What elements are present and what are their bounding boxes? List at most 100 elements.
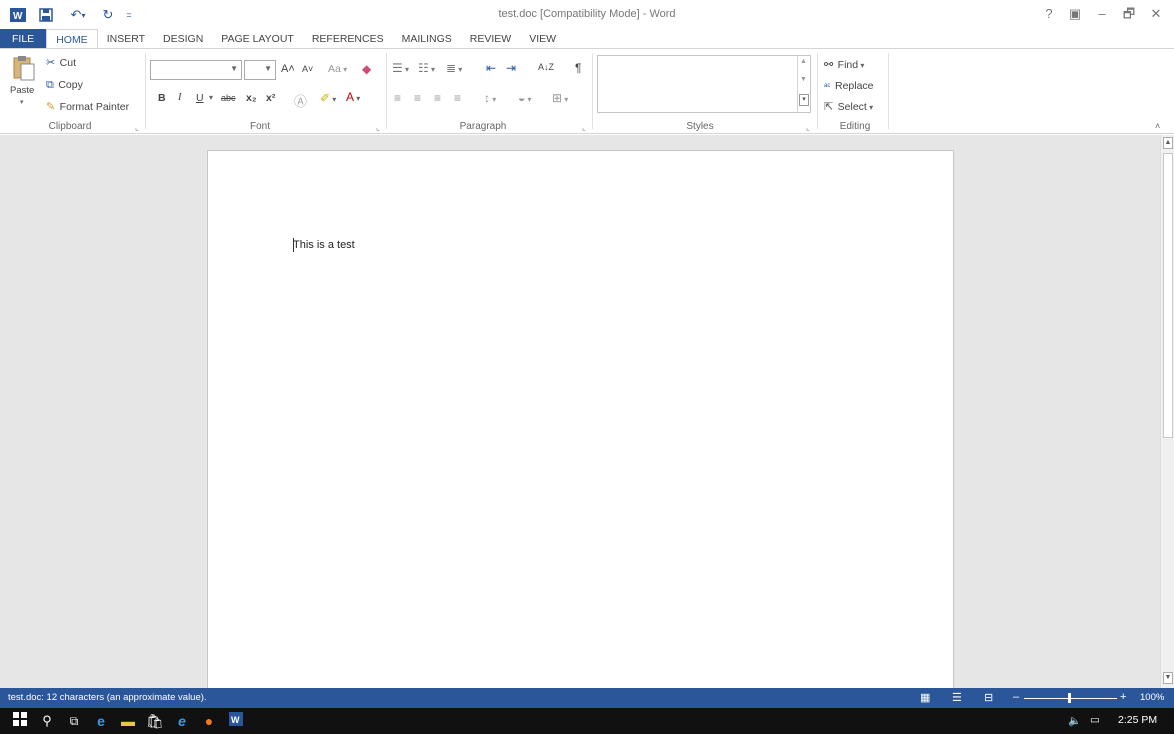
- format-painter-label: Format Painter: [59, 101, 130, 113]
- numbering-icon[interactable]: ☷ ▾: [418, 61, 435, 75]
- web-layout-icon[interactable]: ⊟: [984, 691, 993, 704]
- strikethrough-button[interactable]: abc: [221, 93, 236, 103]
- search-icon[interactable]: ⚲: [37, 712, 57, 730]
- cut-button[interactable]: ✂ Cut: [46, 53, 76, 71]
- volume-icon[interactable]: 🔈: [1068, 714, 1081, 727]
- close-button[interactable]: ✕: [1144, 4, 1168, 24]
- replace-button[interactable]: ᵃᶜ Replace: [824, 76, 874, 94]
- align-left-icon[interactable]: ≡: [394, 91, 401, 105]
- replace-icon: ᵃᶜ: [824, 81, 831, 91]
- tab-mailings[interactable]: MAILINGS: [393, 29, 461, 49]
- ribbon-home: Paste ▾ ✂ Cut ⧉ Copy ✎ Format Painter Cl…: [0, 48, 1174, 134]
- print-layout-icon[interactable]: ☰: [952, 691, 962, 704]
- clipboard-launcher-icon[interactable]: ⌞: [135, 123, 139, 132]
- bullets-icon[interactable]: ☰ ▾: [392, 61, 409, 75]
- word-window: test.doc [Compatibility Mode] - Word W ↶…: [0, 0, 1174, 734]
- internet-explorer-icon[interactable]: e: [172, 712, 192, 730]
- styles-launcher-icon[interactable]: ⌞: [806, 123, 810, 132]
- tab-file[interactable]: FILE: [0, 29, 47, 49]
- zoom-level[interactable]: 100%: [1140, 692, 1164, 703]
- store-icon[interactable]: 🛍: [145, 712, 165, 730]
- scroll-down-icon[interactable]: ▼: [1163, 672, 1173, 684]
- word-icon[interactable]: W: [8, 5, 28, 25]
- file-explorer-icon[interactable]: ▬: [118, 712, 138, 730]
- font-name-combo[interactable]: ▼: [150, 60, 242, 80]
- tab-insert[interactable]: INSERT: [98, 29, 154, 49]
- paragraph-group-label: Paragraph: [459, 121, 507, 132]
- vertical-scrollbar[interactable]: ▲ ▼: [1160, 135, 1174, 688]
- decrease-indent-icon[interactable]: ⇤: [486, 61, 496, 75]
- highlighter-icon[interactable]: ✐ ▾: [320, 91, 336, 105]
- show-formatting-button[interactable]: ¶: [575, 61, 581, 75]
- customize-qat-icon[interactable]: =: [122, 5, 136, 25]
- zoom-in-icon[interactable]: +: [1120, 691, 1126, 703]
- clock[interactable]: 2:25 PM: [1118, 714, 1157, 726]
- document-page[interactable]: This is a test: [207, 150, 954, 690]
- gallery-more-icon[interactable]: ▾: [799, 94, 809, 106]
- svg-text:W: W: [231, 715, 240, 725]
- restore-button[interactable]: 🗗: [1117, 4, 1141, 24]
- zoom-out-icon[interactable]: –: [1013, 691, 1019, 703]
- select-button[interactable]: ⇱ Select ▾: [824, 97, 873, 115]
- underline-button[interactable]: U: [196, 92, 204, 104]
- help-button[interactable]: ?: [1037, 4, 1061, 24]
- group-divider: [592, 53, 593, 129]
- italic-button[interactable]: I: [178, 92, 182, 103]
- text-effects-icon[interactable]: Ⓐ: [294, 91, 307, 110]
- scroll-up-icon[interactable]: ▲: [1163, 137, 1173, 149]
- clear-formatting-icon[interactable]: ◆: [362, 62, 371, 76]
- document-text[interactable]: This is a test: [293, 239, 355, 251]
- undo-icon[interactable]: ↶ ▾: [64, 5, 92, 25]
- save-icon[interactable]: [36, 5, 56, 25]
- change-case-button[interactable]: Aa ▾: [328, 63, 347, 75]
- copy-button[interactable]: ⧉ Copy: [46, 75, 83, 93]
- minimize-button[interactable]: –: [1090, 4, 1114, 24]
- align-center-icon[interactable]: ≡: [414, 91, 421, 105]
- sort-button[interactable]: A↓Z: [538, 62, 554, 72]
- tab-page-layout[interactable]: PAGE LAYOUT: [212, 29, 303, 49]
- task-view-icon[interactable]: ⧉: [64, 712, 84, 730]
- word-taskbar-icon[interactable]: W: [226, 712, 246, 730]
- tab-references[interactable]: REFERENCES: [303, 29, 393, 49]
- superscript-button[interactable]: x²: [266, 92, 275, 104]
- justify-icon[interactable]: ≡: [454, 91, 461, 105]
- redo-icon[interactable]: ↻: [98, 5, 118, 25]
- multilevel-list-icon[interactable]: ≣ ▾: [446, 61, 462, 75]
- styles-gallery[interactable]: ▲ ▼ ▾: [597, 55, 811, 113]
- underline-dropdown-icon[interactable]: ▾: [209, 93, 213, 102]
- paste-dropdown-arrow-icon[interactable]: ▾: [20, 98, 24, 106]
- gallery-down-icon[interactable]: ▼: [800, 76, 807, 83]
- align-right-icon[interactable]: ≡: [434, 91, 441, 105]
- bold-button[interactable]: B: [158, 92, 166, 104]
- gallery-up-icon[interactable]: ▲: [800, 58, 807, 65]
- find-button[interactable]: ⚯ Find ▾: [824, 55, 864, 73]
- tab-view[interactable]: VIEW: [520, 29, 565, 49]
- shrink-font-button[interactable]: A˅: [302, 64, 313, 74]
- grow-font-button[interactable]: A˄: [281, 63, 295, 75]
- shading-icon[interactable]: ◒ ▾: [518, 91, 532, 105]
- edge-icon[interactable]: e: [91, 712, 111, 730]
- borders-icon[interactable]: ⊞ ▾: [552, 91, 568, 105]
- subscript-button[interactable]: x₂: [246, 92, 257, 104]
- tab-design[interactable]: DESIGN: [154, 29, 212, 49]
- font-launcher-icon[interactable]: ⌞: [376, 123, 380, 132]
- network-icon[interactable]: ▭: [1090, 714, 1100, 726]
- tab-home[interactable]: HOME: [46, 29, 98, 49]
- collapse-ribbon-icon[interactable]: ˄: [1155, 121, 1160, 131]
- zoom-slider-thumb[interactable]: [1068, 693, 1071, 703]
- line-spacing-icon[interactable]: ↕ ▾: [484, 91, 496, 105]
- scrollbar-thumb[interactable]: [1163, 153, 1173, 438]
- font-size-combo[interactable]: ▼: [244, 60, 276, 80]
- increase-indent-icon[interactable]: ⇥: [506, 61, 516, 75]
- paste-button[interactable]: Paste ▾: [8, 55, 40, 113]
- read-mode-icon[interactable]: ▦: [920, 691, 930, 704]
- paragraph-launcher-icon[interactable]: ⌞: [582, 123, 586, 132]
- windows-start-icon[interactable]: [10, 712, 30, 730]
- ribbon-display-options-icon[interactable]: ▣: [1063, 4, 1087, 24]
- firefox-icon[interactable]: ●: [199, 712, 219, 730]
- tab-review[interactable]: REVIEW: [461, 29, 520, 49]
- font-color-button[interactable]: A ▾: [346, 90, 360, 104]
- format-painter-button[interactable]: ✎ Format Painter: [46, 97, 129, 115]
- chevron-down-icon: ▼: [230, 64, 238, 73]
- title-bar: test.doc [Compatibility Mode] - Word W ↶…: [0, 0, 1174, 30]
